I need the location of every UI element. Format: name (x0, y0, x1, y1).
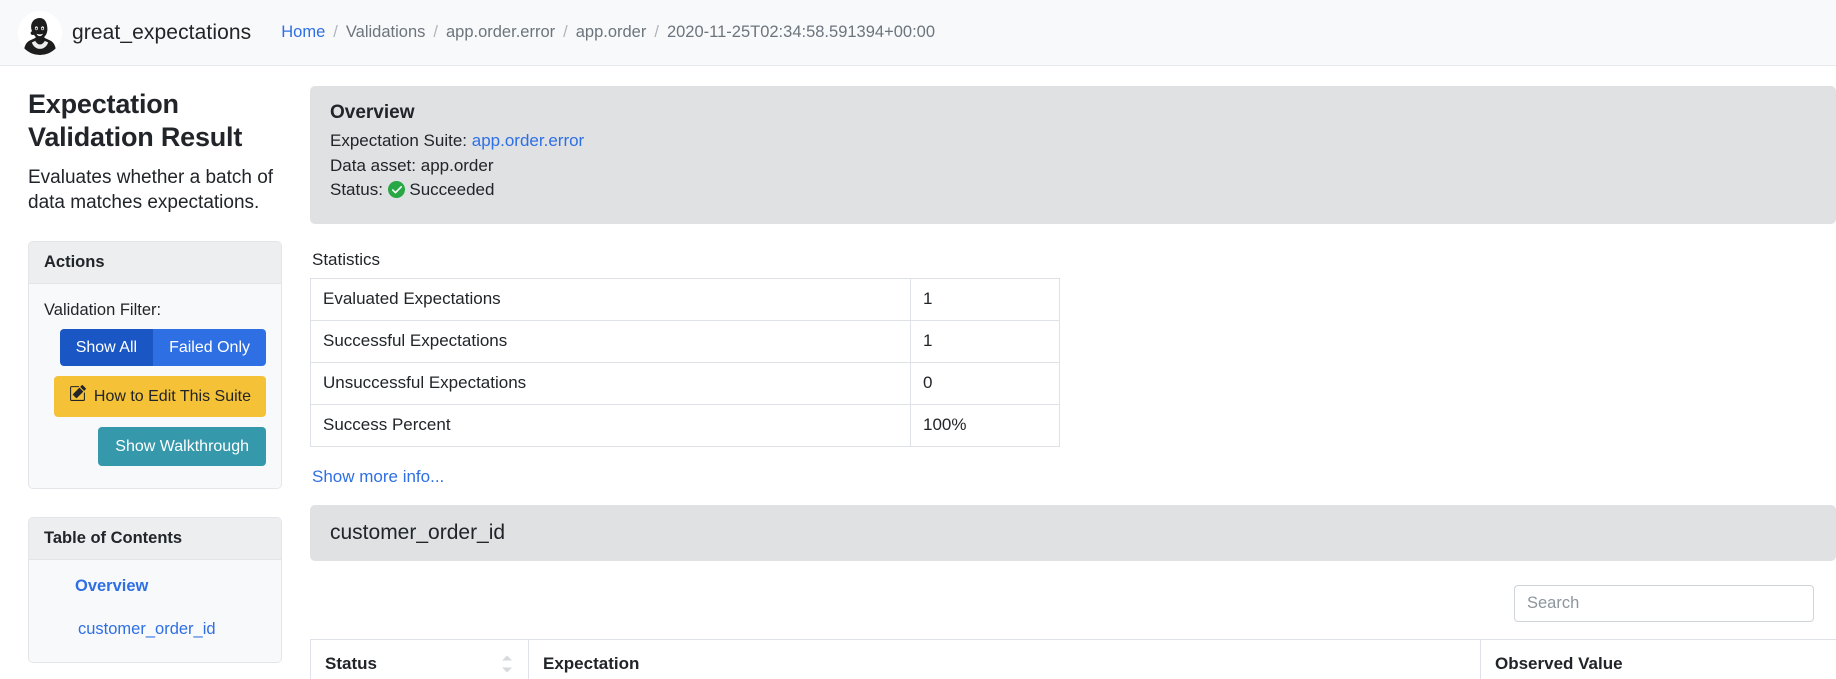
brand-name: great_expectations (72, 20, 252, 44)
failed-only-button[interactable]: Failed Only (153, 329, 266, 367)
show-more-info-link[interactable]: Show more info... (312, 467, 444, 487)
page-description: Evaluates whether a batch of data matche… (28, 166, 274, 213)
breadcrumb-item-suite: app.order.error (445, 23, 556, 41)
validation-filter-label: Validation Filter: (44, 301, 162, 320)
actions-card-body: Validation Filter: Show All Failed Only (29, 284, 281, 488)
how-to-edit-suite-label: How to Edit This Suite (93, 387, 251, 405)
breadcrumb-separator: / (433, 23, 438, 41)
actions-card-header: Actions (29, 242, 281, 285)
breadcrumb-item-asset: app.order (575, 23, 647, 41)
overview-title: Overview (330, 102, 415, 123)
column-section-name: customer_order_id (330, 520, 506, 544)
main-content: Overview Expectation Suite: app.order.er… (310, 66, 1836, 679)
search-input[interactable] (1514, 584, 1814, 622)
top-navbar: great_expectations Home / Validations / … (0, 0, 1836, 66)
actions-card: Actions Validation Filter: Show All Fail… (28, 241, 282, 489)
left-sidebar: Expectation Validation Result Evaluates … (0, 66, 310, 679)
toc-item-overview[interactable]: Overview (44, 574, 266, 599)
table-row: Success Percent 100% (310, 403, 1060, 447)
sort-caret-icon[interactable] (502, 655, 512, 673)
toc-item-customer-order-id[interactable]: customer_order_id (44, 617, 266, 642)
column-header-status-label: Status (325, 653, 377, 673)
table-row: Unsuccessful Expectations 0 (310, 361, 1060, 405)
breadcrumb-item-timestamp: 2020-11-25T02:34:58.591394+00:00 (666, 23, 936, 41)
overview-asset-line: Data asset: app.order (330, 154, 1816, 179)
stat-key: Success Percent (310, 403, 911, 447)
breadcrumb-separator: / (563, 23, 568, 41)
column-header-observed-value[interactable]: Observed Value (1480, 638, 1836, 679)
stat-value: 100% (910, 403, 1060, 447)
stat-value: 1 (910, 319, 1060, 363)
table-row: Evaluated Expectations 1 (310, 277, 1060, 321)
expectations-table: Status Expectation Observed Value (310, 638, 1836, 679)
overview-suite-label: Expectation Suite: (330, 131, 468, 150)
validation-filter-button-group: Show All Failed Only (59, 329, 266, 367)
table-of-contents-card: Table of Contents Overview customer_orde… (28, 516, 282, 663)
page-title: Expectation Validation Result (28, 89, 243, 152)
portrait-avatar-icon (18, 10, 62, 55)
stat-key: Successful Expectations (310, 319, 911, 363)
walkthrough-row: Show Walkthrough (44, 426, 266, 466)
edit-suite-row: How to Edit This Suite (44, 376, 266, 417)
search-row (310, 584, 1836, 622)
overview-panel: Overview Expectation Suite: app.order.er… (310, 86, 1836, 224)
overview-status-value: Succeeded (409, 180, 495, 200)
overview-suite-link[interactable]: app.order.error (472, 131, 584, 150)
overview-asset-label: Data asset: (330, 155, 416, 175)
stat-key: Evaluated Expectations (310, 277, 911, 321)
statistics-label: Statistics (312, 249, 381, 269)
stat-value: 1 (910, 277, 1060, 321)
statistics-table: Evaluated Expectations 1 Successful Expe… (310, 277, 1060, 447)
column-section-panel: customer_order_id (310, 504, 1836, 561)
column-header-expectation[interactable]: Expectation (528, 638, 1481, 679)
breadcrumb: Home / Validations / app.order.error / a… (281, 23, 935, 42)
toc-header: Table of Contents (29, 517, 281, 560)
overview-asset-value: app.order (420, 155, 494, 175)
breadcrumb-separator: / (654, 23, 659, 41)
breadcrumb-home-link[interactable]: Home (281, 23, 325, 42)
how-to-edit-suite-button[interactable]: How to Edit This Suite (53, 376, 266, 417)
show-all-button[interactable]: Show All (59, 329, 154, 367)
table-header-row: Status Expectation Observed Value (310, 638, 1836, 679)
overview-suite-line: Expectation Suite: app.order.error (330, 129, 1816, 154)
overview-status-label: Status: (330, 180, 383, 200)
check-circle-icon (387, 181, 405, 206)
show-walkthrough-button[interactable]: Show Walkthrough (98, 426, 266, 466)
stat-key: Unsuccessful Expectations (310, 361, 911, 405)
table-row: Successful Expectations 1 (310, 319, 1060, 363)
page-body: Expectation Validation Result Evaluates … (0, 66, 1836, 679)
brand[interactable]: great_expectations (18, 10, 252, 55)
validation-filter-group-row: Show All Failed Only (44, 329, 266, 367)
column-header-status[interactable]: Status (310, 638, 529, 679)
breadcrumb-item-validations: Validations (345, 23, 426, 41)
edit-pencil-square-icon (69, 385, 86, 407)
stat-value: 0 (910, 361, 1060, 405)
toc-body: Overview customer_order_id (29, 559, 281, 662)
overview-status-line: Status: Succeeded (330, 178, 1816, 206)
breadcrumb-separator: / (333, 23, 338, 41)
